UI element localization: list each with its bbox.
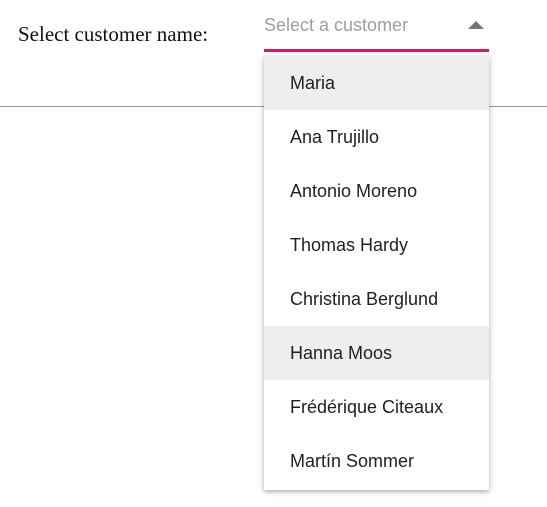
customer-dropdown-list: Maria Ana Trujillo Antonio Moreno Thomas… — [264, 56, 489, 490]
option-martin-sommer[interactable]: Martín Sommer — [264, 434, 489, 488]
option-hanna-moos[interactable]: Hanna Moos — [264, 326, 489, 380]
option-antonio-moreno[interactable]: Antonio Moreno — [264, 164, 489, 218]
option-ana-trujillo[interactable]: Ana Trujillo — [264, 110, 489, 164]
select-placeholder: Select a customer — [264, 15, 409, 35]
focus-underline — [264, 49, 489, 52]
caret-up-icon[interactable] — [468, 21, 484, 29]
option-thomas-hardy[interactable]: Thomas Hardy — [264, 218, 489, 272]
option-christina-berglund[interactable]: Christina Berglund — [264, 272, 489, 326]
customer-select[interactable]: Select a customer — [264, 10, 489, 52]
option-maria[interactable]: Maria — [264, 56, 489, 110]
page: Select customer name: Select a customer … — [0, 0, 547, 507]
customer-name-label: Select customer name: — [18, 22, 209, 46]
option-frederique-citeaux[interactable]: Frédérique Citeaux — [264, 380, 489, 434]
